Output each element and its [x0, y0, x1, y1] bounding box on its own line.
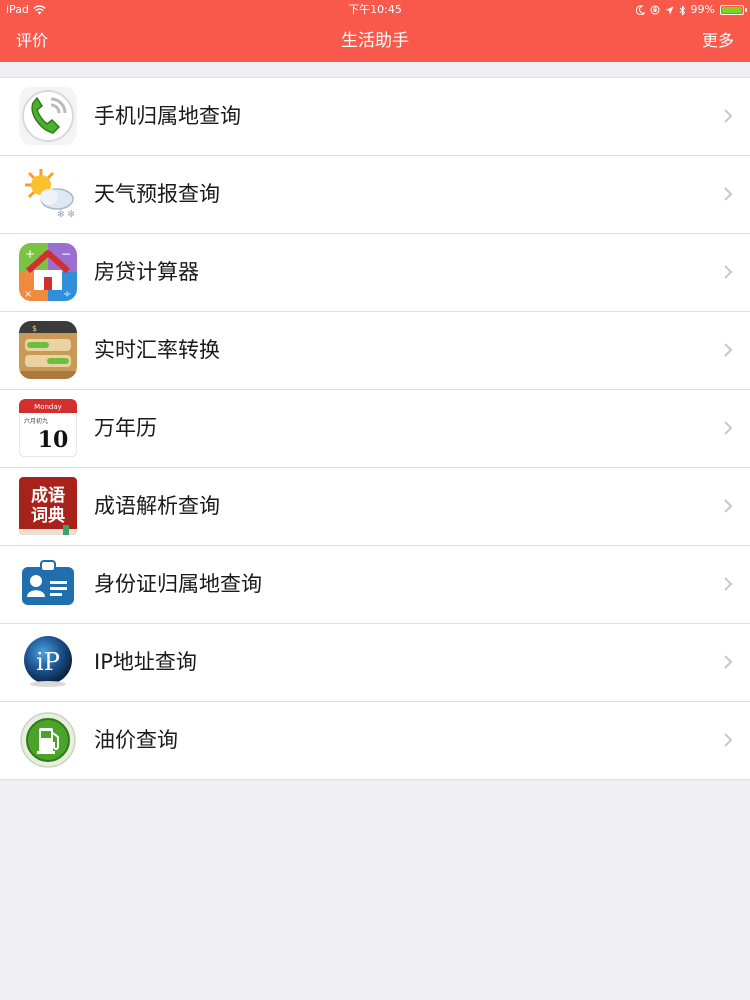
- chevron-right-icon: [724, 421, 733, 435]
- list-item-label: 实时汇率转换: [94, 338, 220, 362]
- list-item-id-card-location[interactable]: 身份证归属地查询: [0, 546, 750, 624]
- svg-text:÷: ÷: [63, 289, 71, 300]
- chevron-right-icon: [724, 343, 733, 357]
- list-item-label: 房贷计算器: [94, 260, 199, 284]
- list-item-label: IP地址查询: [94, 650, 197, 674]
- list-item-label: 油价查询: [94, 728, 178, 752]
- svg-text:iP: iP: [36, 648, 60, 676]
- list-item-label: 成语解析查询: [94, 494, 220, 518]
- chevron-right-icon: [724, 109, 733, 123]
- navigation-bar: 评价 生活助手 更多: [0, 20, 750, 62]
- id-card-icon: [19, 555, 77, 613]
- svg-text:10: 10: [38, 427, 69, 453]
- list-item-label: 天气预报查询: [94, 182, 220, 206]
- top-bar: iPad 下午10:45 99% 评价 生活助手 更多: [0, 0, 750, 62]
- weather-icon: ✻ ✻: [19, 165, 77, 223]
- wallet-icon: $: [19, 321, 77, 379]
- list-item-weather[interactable]: ✻ ✻ 天气预报查询: [0, 156, 750, 234]
- svg-text:×: ×: [24, 289, 32, 300]
- svg-text:词典: 词典: [31, 505, 65, 526]
- svg-text:+: +: [25, 247, 35, 261]
- svg-text:$: $: [32, 324, 37, 333]
- list-item-fuel-price[interactable]: 油价查询: [0, 702, 750, 780]
- status-bar: iPad 下午10:45 99%: [0, 0, 750, 20]
- calendar-icon: Monday 六月初九 10: [19, 399, 77, 457]
- phone-icon: [19, 87, 77, 145]
- svg-text:Monday: Monday: [34, 403, 62, 411]
- list-item-phone-location[interactable]: 手机归属地查询: [0, 78, 750, 156]
- more-button[interactable]: 更多: [702, 20, 734, 62]
- svg-text:✻ ✻: ✻ ✻: [57, 210, 75, 220]
- page-title: 生活助手: [341, 31, 409, 51]
- list-item-label: 手机归属地查询: [94, 104, 241, 128]
- list-item-mortgage-calculator[interactable]: + − × ÷ 房贷计算器: [0, 234, 750, 312]
- battery-icon: [720, 5, 747, 15]
- svg-text:六月初九: 六月初九: [24, 417, 48, 425]
- list-item-ip-address[interactable]: iP IP地址查询: [0, 624, 750, 702]
- chevron-right-icon: [724, 499, 733, 513]
- rotation-lock-icon: [650, 5, 660, 15]
- chevron-right-icon: [724, 733, 733, 747]
- tool-list: 手机归属地查询 ✻ ✻ 天气预报查询 + − × ÷ 房贷计算器 $ 实时汇率转…: [0, 77, 750, 780]
- house-calculator-icon: + − × ÷: [19, 243, 77, 301]
- chevron-right-icon: [724, 265, 733, 279]
- svg-text:成语: 成语: [31, 485, 65, 506]
- bluetooth-icon: [679, 4, 685, 16]
- moon-icon: [635, 5, 645, 15]
- list-item-label: 万年历: [94, 416, 157, 440]
- battery-percent: 99%: [690, 3, 715, 16]
- location-icon: [665, 6, 674, 14]
- chevron-right-icon: [724, 187, 733, 201]
- dictionary-icon: 成语 词典: [19, 477, 77, 535]
- svg-text:−: −: [61, 247, 71, 261]
- list-item-calendar[interactable]: Monday 六月初九 10 万年历: [0, 390, 750, 468]
- list-item-idiom-dictionary[interactable]: 成语 词典 成语解析查询: [0, 468, 750, 546]
- fuel-pump-icon: [19, 711, 77, 769]
- ip-globe-icon: iP: [19, 633, 77, 691]
- list-item-label: 身份证归属地查询: [94, 572, 262, 596]
- list-item-exchange-rate[interactable]: $ 实时汇率转换: [0, 312, 750, 390]
- chevron-right-icon: [724, 577, 733, 591]
- chevron-right-icon: [724, 655, 733, 669]
